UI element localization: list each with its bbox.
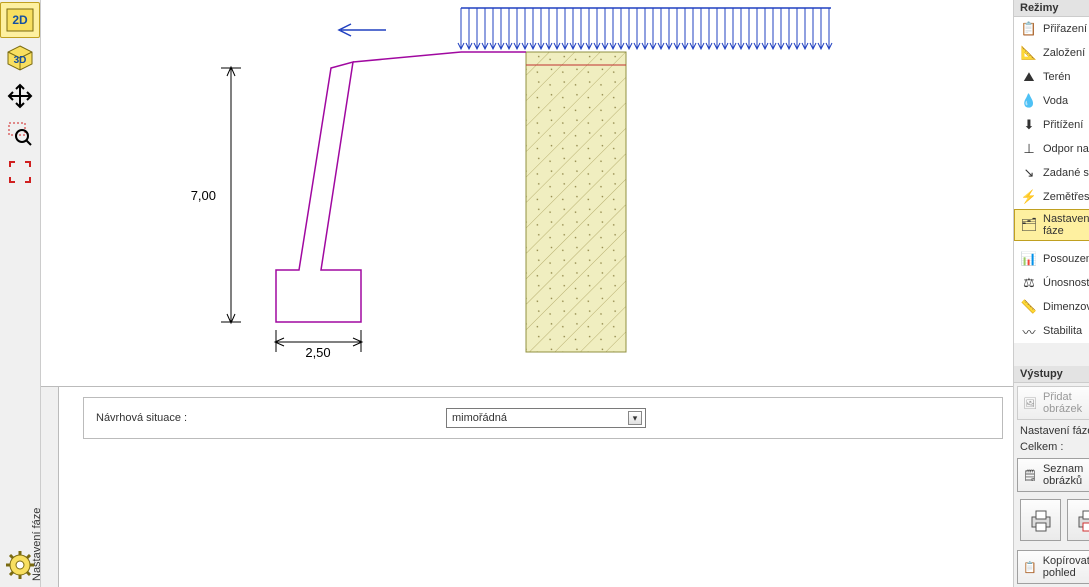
phase-settings-icon: 🗂	[1021, 217, 1037, 233]
printer-color-icon	[1075, 507, 1089, 533]
bearing-icon: ⚖	[1021, 275, 1037, 291]
outputs-title: Výstupy	[1020, 368, 1063, 380]
assignment-icon: 📋	[1021, 21, 1037, 37]
drawing-canvas[interactable]: 7,00 2,50	[41, 0, 1013, 387]
terrain-icon: ⛰	[1021, 69, 1037, 85]
modes-title: Režimy	[1020, 2, 1059, 14]
output-row-phase: Nastavení fáze : 0	[1014, 423, 1089, 439]
forces-icon: ↘	[1021, 165, 1037, 181]
svg-text:2D: 2D	[12, 13, 28, 27]
mode-phase-settings[interactable]: 🗂Nastavení fáze	[1014, 209, 1089, 241]
outputs-section: Výstupy — 🖼 Přidat obrázek Nastavení fáz…	[1014, 366, 1089, 587]
add-image-icon: 🖼	[1023, 397, 1037, 410]
design-situation-combo[interactable]: mimořádná ▾	[446, 408, 646, 428]
stability-icon: 〰	[1021, 323, 1037, 339]
modes-list: 📋Přiřazení 📐Založení ⛰Terén 💧Voda ⬇Přití…	[1014, 17, 1089, 343]
mode-earthquake[interactable]: ⚡Zemětřesení	[1014, 185, 1089, 209]
modes-header: Režimy —	[1014, 0, 1089, 17]
print-color-button[interactable]	[1067, 499, 1089, 541]
outputs-header: Výstupy —	[1014, 366, 1089, 383]
svg-text:7,00: 7,00	[191, 188, 216, 203]
mode-stability[interactable]: 〰Stabilita	[1014, 319, 1089, 343]
design-situation-label: Návrhová situace :	[96, 412, 436, 424]
left-toolbar: 2D 3D	[0, 0, 41, 587]
surcharge-icon: ⬇	[1021, 117, 1037, 133]
main-area: 7,00 2,50 Nastavení fáze Návrhová situac…	[41, 0, 1013, 587]
phase-settings-tab-label: Nastavení fáze	[31, 508, 43, 581]
view-2d-button[interactable]: 2D	[0, 2, 40, 38]
combo-value: mimořádná	[452, 412, 507, 424]
mode-assignment[interactable]: 📋Přiřazení	[1014, 17, 1089, 41]
pan-button[interactable]	[0, 78, 40, 114]
mode-bearing-capacity[interactable]: ⚖Únosnost	[1014, 271, 1089, 295]
water-icon: 💧	[1021, 93, 1037, 109]
dimensioning-icon: 📏	[1021, 299, 1037, 315]
copy-icon: 📋	[1023, 561, 1037, 574]
output-row-total: Celkem : 4	[1014, 439, 1089, 455]
resistance-icon: ⊥	[1021, 141, 1037, 157]
form-group: Návrhová situace : mimořádná ▾	[83, 397, 1003, 439]
mode-dimensioning[interactable]: 📏Dimenzování	[1014, 295, 1089, 319]
image-list-icon: 🗒	[1023, 469, 1037, 482]
svg-text:3D: 3D	[14, 55, 27, 66]
right-panel: Režimy — 📋Přiřazení 📐Založení ⛰Terén 💧Vo…	[1013, 0, 1089, 587]
mode-applied-forces[interactable]: ↘Zadané síly	[1014, 161, 1089, 185]
print-button[interactable]	[1020, 499, 1061, 541]
chevron-down-icon: ▾	[628, 411, 642, 425]
copy-view-button[interactable]: 📋 Kopírovat pohled	[1017, 550, 1089, 584]
mode-terrain[interactable]: ⛰Terén	[1014, 65, 1089, 89]
zoom-button[interactable]	[0, 116, 40, 152]
mode-verification[interactable]: 📊Posouzení	[1014, 247, 1089, 271]
mode-foundation[interactable]: 📐Založení	[1014, 41, 1089, 65]
printer-icon	[1028, 507, 1054, 533]
bottom-panel: Nastavení fáze Návrhová situace : mimořá…	[41, 387, 1013, 587]
image-list-button[interactable]: 🗒 Seznam obrázků	[1017, 458, 1089, 492]
earthquake-icon: ⚡	[1021, 189, 1037, 205]
mode-surcharge[interactable]: ⬇Přitížení	[1014, 113, 1089, 137]
fit-view-button[interactable]	[0, 154, 40, 190]
view-3d-button[interactable]: 3D	[0, 40, 40, 76]
foundation-icon: 📐	[1021, 45, 1037, 61]
phase-settings-tab[interactable]: Nastavení fáze	[41, 387, 59, 587]
add-image-button: 🖼 Přidat obrázek	[1017, 386, 1089, 420]
mode-water[interactable]: 💧Voda	[1014, 89, 1089, 113]
verification-icon: 📊	[1021, 251, 1037, 267]
svg-text:2,50: 2,50	[305, 345, 330, 360]
mode-front-resistance[interactable]: ⊥Odpor na líci	[1014, 137, 1089, 161]
